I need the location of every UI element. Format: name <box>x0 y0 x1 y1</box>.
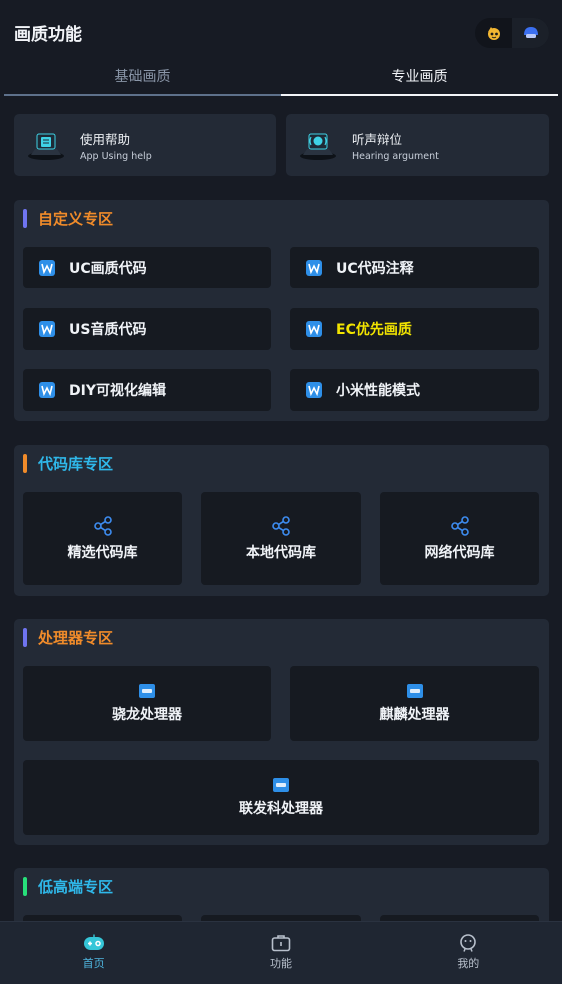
section-header: 低高端专区 <box>23 876 113 896</box>
section-title: 代码库专区 <box>38 454 114 473</box>
item-label: EC优先画质 <box>336 322 412 338</box>
laptop-sound-icon <box>300 133 336 160</box>
item-label: UC画质代码 <box>69 260 147 277</box>
help-card-usage[interactable]: 使用帮助 App Using help <box>14 114 276 176</box>
close-button[interactable] <box>512 18 549 48</box>
page-title: 画质功能 <box>14 25 82 45</box>
item-xiaomi-performance[interactable]: 小米性能模式 <box>290 369 539 411</box>
document-w-icon <box>39 382 55 398</box>
section-accent-bar <box>23 876 27 896</box>
chip-icon <box>273 777 289 792</box>
home-icon <box>83 934 104 950</box>
item-label: UC代码注释 <box>336 260 414 277</box>
laptop-document-icon <box>28 133 64 160</box>
chip-icon <box>139 683 155 698</box>
capsule-menu[interactable] <box>475 18 549 48</box>
section-processor: 处理器专区 骁龙处理器 麒麟处理器 联发科处理器 <box>14 619 549 845</box>
tab-basic-quality[interactable]: 基础画质 <box>4 60 281 96</box>
nav-label: 首页 <box>82 957 105 970</box>
help-card-title: 听声辩位 <box>352 131 403 147</box>
item-label: 小米性能模式 <box>336 383 420 399</box>
item-label: 麒麟处理器 <box>379 706 450 723</box>
help-card-subtitle: Hearing argument <box>352 150 439 162</box>
item-diy-visual-editor[interactable]: DIY可视化编辑 <box>23 369 271 411</box>
document-w-icon <box>39 259 55 276</box>
tab-bar: 基础画质 专业画质 <box>4 60 558 96</box>
section-header: 代码库专区 <box>23 453 113 473</box>
help-card-text: 使用帮助 App Using help <box>80 129 152 162</box>
tab-underline <box>281 94 558 96</box>
item-uc-quality-code[interactable]: UC画质代码 <box>23 247 271 288</box>
app-root: 画质功能 基础画质 专业画质 使用帮助 App Using help 听声辩位 … <box>0 0 562 984</box>
share-icon <box>93 515 112 536</box>
item-label: 网络代码库 <box>424 544 495 561</box>
item-snapdragon[interactable]: 骁龙处理器 <box>23 666 271 741</box>
section-accent-bar <box>23 208 27 228</box>
item-label: 联发科处理器 <box>239 800 323 817</box>
item-label: 精选代码库 <box>67 544 138 561</box>
help-card-hearing[interactable]: 听声辩位 Hearing argument <box>286 114 549 176</box>
share-icon <box>272 515 290 536</box>
section-header: 自定义专区 <box>23 208 113 228</box>
header: 画质功能 <box>0 0 562 64</box>
item-mediatek[interactable]: 联发科处理器 <box>23 760 539 835</box>
menu-button[interactable] <box>475 18 512 48</box>
item-us-audio-code[interactable]: US音质代码 <box>23 308 271 350</box>
item-label: 本地代码库 <box>246 544 316 561</box>
section-header: 处理器专区 <box>23 627 113 647</box>
item-uc-code-notes[interactable]: UC代码注释 <box>290 247 539 288</box>
chip-icon <box>406 683 423 698</box>
item-label: 骁龙处理器 <box>112 706 182 723</box>
document-w-icon <box>306 382 322 398</box>
nav-profile[interactable]: 我的 <box>375 922 562 984</box>
item-ec-priority-quality[interactable]: EC优先画质 <box>290 308 539 350</box>
item-kirin[interactable]: 麒麟处理器 <box>290 666 539 741</box>
nav-label: 功能 <box>269 957 292 970</box>
section-title: 低高端专区 <box>38 877 114 896</box>
document-w-icon <box>306 321 322 337</box>
share-icon <box>450 515 469 536</box>
help-card-text: 听声辩位 Hearing argument <box>352 129 439 162</box>
section-title: 处理器专区 <box>38 628 114 647</box>
help-card-subtitle: App Using help <box>80 150 152 162</box>
profile-icon <box>460 934 477 952</box>
item-local-library[interactable]: 本地代码库 <box>201 492 361 585</box>
helmet-icon <box>523 27 538 38</box>
section-title: 自定义专区 <box>38 209 114 228</box>
toolbox-icon <box>271 935 291 952</box>
nav-label: 我的 <box>457 957 480 970</box>
section-accent-bar <box>23 453 27 473</box>
item-label: US音质代码 <box>69 322 147 338</box>
tab-underline <box>4 94 281 96</box>
section-accent-bar <box>23 627 27 647</box>
section-custom: 自定义专区 UC画质代码 UC代码注释 US音质代码 EC优先画质 DIY可视化… <box>14 200 549 421</box>
help-card-title: 使用帮助 <box>80 131 131 147</box>
item-label: DIY可视化编辑 <box>69 383 166 399</box>
game-mascot-icon <box>487 27 500 40</box>
item-network-library[interactable]: 网络代码库 <box>380 492 539 585</box>
tab-label: 基础画质 <box>114 69 171 85</box>
section-code-library: 代码库专区 精选代码库 本地代码库 网络代码库 <box>14 445 549 596</box>
nav-features[interactable]: 功能 <box>187 922 374 984</box>
nav-home[interactable]: 首页 <box>0 922 187 984</box>
tab-label: 专业画质 <box>391 69 448 85</box>
tab-pro-quality[interactable]: 专业画质 <box>281 60 558 96</box>
item-featured-library[interactable]: 精选代码库 <box>23 492 182 585</box>
bottom-nav: 首页 功能 我的 <box>0 921 562 984</box>
document-w-icon <box>39 321 55 337</box>
document-w-icon <box>306 259 322 276</box>
